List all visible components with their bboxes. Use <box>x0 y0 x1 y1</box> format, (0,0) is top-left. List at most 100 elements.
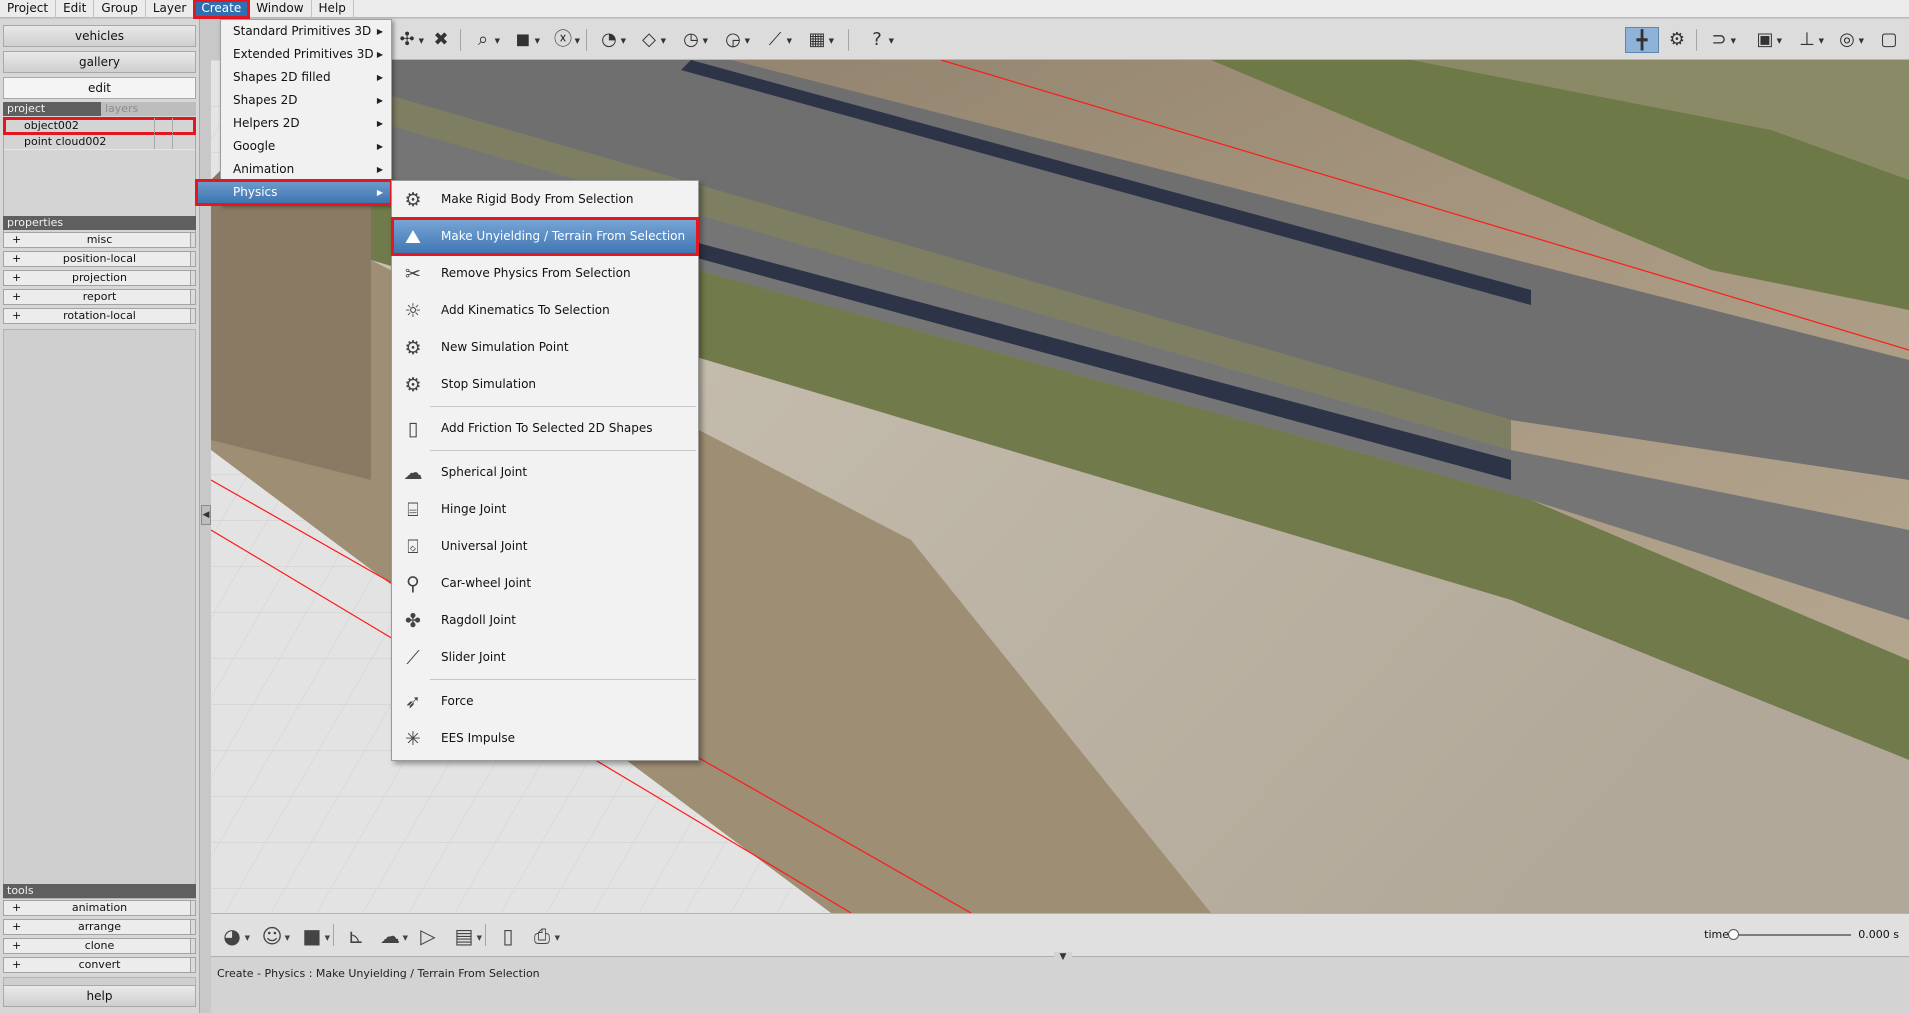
dropdown-arrow-icon[interactable]: ▼ <box>245 924 250 952</box>
material-sphere-icon[interactable]: ◕ ▼ <box>215 922 250 952</box>
time-slider[interactable] <box>1728 929 1851 940</box>
property-position-local[interactable]: + position-local <box>3 251 196 267</box>
property-report[interactable]: + report <box>3 289 196 305</box>
scale-tool-icon[interactable]: ✣ ▼ <box>390 27 424 53</box>
menu-item-new-simulation-point[interactable]: ⚙ New Simulation Point <box>392 329 698 366</box>
menu-item-add-friction[interactable]: ▯ Add Friction To Selected 2D Shapes <box>392 410 698 447</box>
tool-convert[interactable]: + convert <box>3 957 196 973</box>
tool-arrange[interactable]: + arrange <box>3 919 196 935</box>
dropdown-arrow-icon[interactable]: ▼ <box>495 28 500 54</box>
color-swatch-icon[interactable]: ■ ▼ <box>295 922 330 952</box>
dropdown-arrow-icon[interactable]: ▼ <box>325 924 330 952</box>
menu-item-make-rigid-body[interactable]: ⚙ Make Rigid Body From Selection <box>392 181 698 218</box>
dropdown-arrow-icon[interactable]: ▼ <box>745 28 750 54</box>
menu-item-stop-simulation[interactable]: ⚙ Stop Simulation <box>392 366 698 403</box>
expand-icon[interactable]: + <box>12 958 21 972</box>
expand-icon[interactable]: + <box>12 920 21 934</box>
tree-item-point-cloud002[interactable]: point cloud002 <box>4 134 195 150</box>
dropdown-arrow-icon[interactable]: ▼ <box>285 924 290 952</box>
expand-icon[interactable]: + <box>12 901 21 915</box>
dropdown-arrow-icon[interactable]: ▼ <box>555 924 560 952</box>
axis-lock-icon[interactable]: ⓧ ▼ <box>546 27 580 53</box>
menu-layer[interactable]: Layer <box>146 0 195 18</box>
zoom-tool-icon[interactable]: ⌕ ▼ <box>466 27 500 53</box>
document-icon[interactable]: ▯ <box>491 922 525 950</box>
menu-item-car-wheel-joint[interactable]: ⚲ Car-wheel Joint <box>392 565 698 602</box>
delete-tool-icon[interactable]: ✖ <box>424 27 458 53</box>
tab-vehicles[interactable]: vehicles <box>3 25 196 47</box>
tab-edit[interactable]: edit <box>3 77 196 99</box>
print-icon[interactable]: ⎙ ▼ <box>525 922 560 952</box>
menu-item-universal-joint[interactable]: ⌺ Universal Joint <box>392 528 698 565</box>
plane-tool-icon[interactable]: ◇ ▼ <box>632 27 666 53</box>
property-rotation-local[interactable]: + rotation-local <box>3 308 196 324</box>
menu-item-ragdoll-joint[interactable]: ✤ Ragdoll Joint <box>392 602 698 639</box>
property-misc[interactable]: + misc <box>3 232 196 248</box>
dropdown-arrow-icon[interactable]: ▼ <box>829 28 834 54</box>
menu-item-animation[interactable]: Animation ▶ <box>221 158 391 181</box>
distance-tool-icon[interactable]: ⟋ ▼ <box>758 27 792 53</box>
expand-icon[interactable]: + <box>12 290 21 304</box>
camera-view-icon[interactable]: ▣ ▼ <box>1748 27 1782 53</box>
menu-item-extended-primitives-3d[interactable]: Extended Primitives 3D ▶ <box>221 43 391 66</box>
menu-item-helpers-2d[interactable]: Helpers 2D ▶ <box>221 112 391 135</box>
record-icon[interactable]: ▤ ▼ <box>447 922 482 952</box>
dropdown-arrow-icon[interactable]: ▼ <box>1819 28 1824 54</box>
menu-window[interactable]: Window <box>249 0 312 18</box>
measure-tool-icon[interactable]: ◔ ▼ <box>592 27 626 53</box>
dropdown-arrow-icon[interactable]: ▼ <box>787 28 792 54</box>
dropdown-arrow-icon[interactable]: ▼ <box>621 28 626 54</box>
tool-clone[interactable]: + clone <box>3 938 196 954</box>
dropdown-arrow-icon[interactable]: ▼ <box>535 28 540 54</box>
layers-tab[interactable]: layers <box>101 102 196 116</box>
property-projection[interactable]: + projection <box>3 270 196 286</box>
shape-icon[interactable]: ☁ ▼ <box>373 922 408 950</box>
menu-project[interactable]: Project <box>0 0 57 18</box>
tool-animation[interactable]: + animation <box>3 900 196 916</box>
menu-item-remove-physics[interactable]: ✂ Remove Physics From Selection <box>392 255 698 292</box>
menu-create[interactable]: Create <box>193 0 251 19</box>
menu-help[interactable]: Help <box>312 0 354 18</box>
project-header[interactable]: project layers <box>3 102 196 116</box>
menu-item-spherical-joint[interactable]: ☁ Spherical Joint <box>392 454 698 491</box>
axes-icon[interactable]: ⊥ ▼ <box>1790 27 1824 53</box>
dropdown-arrow-icon[interactable]: ▼ <box>575 28 580 54</box>
box-tool-icon[interactable]: ◼ ▼ <box>506 27 540 53</box>
menu-group[interactable]: Group <box>94 0 146 18</box>
dropdown-arrow-icon[interactable]: ▼ <box>661 28 666 54</box>
menu-item-shapes-2d-filled[interactable]: Shapes 2D filled ▶ <box>221 66 391 89</box>
menu-item-make-unyielding-terrain[interactable]: ⛰ Make Unyielding / Terrain From Selectio… <box>391 217 699 256</box>
menu-item-slider-joint[interactable]: ⟋ Slider Joint <box>392 639 698 676</box>
dropdown-arrow-icon[interactable]: ▼ <box>1777 28 1782 54</box>
menu-item-force[interactable]: ➶ Force <box>392 683 698 720</box>
snap-grid-icon[interactable]: ╋ <box>1625 27 1659 53</box>
dropdown-arrow-icon[interactable]: ▼ <box>477 924 482 952</box>
graph-icon[interactable]: ⊾ <box>339 922 373 950</box>
menu-item-ees-impulse[interactable]: ✳ EES Impulse <box>392 720 698 757</box>
tab-gallery[interactable]: gallery <box>3 51 196 73</box>
menu-item-shapes-2d[interactable]: Shapes 2D ▶ <box>221 89 391 112</box>
magnet-icon[interactable]: ⊃ ▼ <box>1702 27 1736 53</box>
time-slider-thumb[interactable] <box>1728 929 1739 940</box>
map-tool-icon[interactable]: ▦ ▼ <box>800 27 834 53</box>
expand-icon[interactable]: + <box>12 252 21 266</box>
expand-icon[interactable]: + <box>12 309 21 323</box>
help-icon[interactable]: ? ▼ <box>860 27 894 53</box>
expand-icon[interactable]: + <box>12 271 21 285</box>
menu-item-add-kinematics[interactable]: ☼ Add Kinematics To Selection <box>392 292 698 329</box>
target-icon[interactable]: ◎ ▼ <box>1830 27 1864 53</box>
expand-icon[interactable]: + <box>12 939 21 953</box>
menu-edit[interactable]: Edit <box>56 0 95 18</box>
dropdown-arrow-icon[interactable]: ▼ <box>1731 28 1736 54</box>
gauge-tool-icon[interactable]: ◶ ▼ <box>716 27 750 53</box>
help-button[interactable]: help <box>3 985 196 1007</box>
head-icon[interactable]: ☺ ▼ <box>255 922 290 952</box>
dropdown-arrow-icon[interactable]: ▼ <box>1859 28 1864 54</box>
render-icon[interactable]: ▢ <box>1872 27 1906 53</box>
tree-item-object002[interactable]: object002 <box>3 117 196 135</box>
play-icon[interactable]: ▷ <box>411 922 445 950</box>
dropdown-arrow-icon[interactable]: ▼ <box>889 28 894 54</box>
menu-item-hinge-joint[interactable]: ⌸ Hinge Joint <box>392 491 698 528</box>
dropdown-arrow-icon[interactable]: ▼ <box>703 28 708 54</box>
menu-item-physics[interactable]: Physics ▶ <box>195 179 393 206</box>
